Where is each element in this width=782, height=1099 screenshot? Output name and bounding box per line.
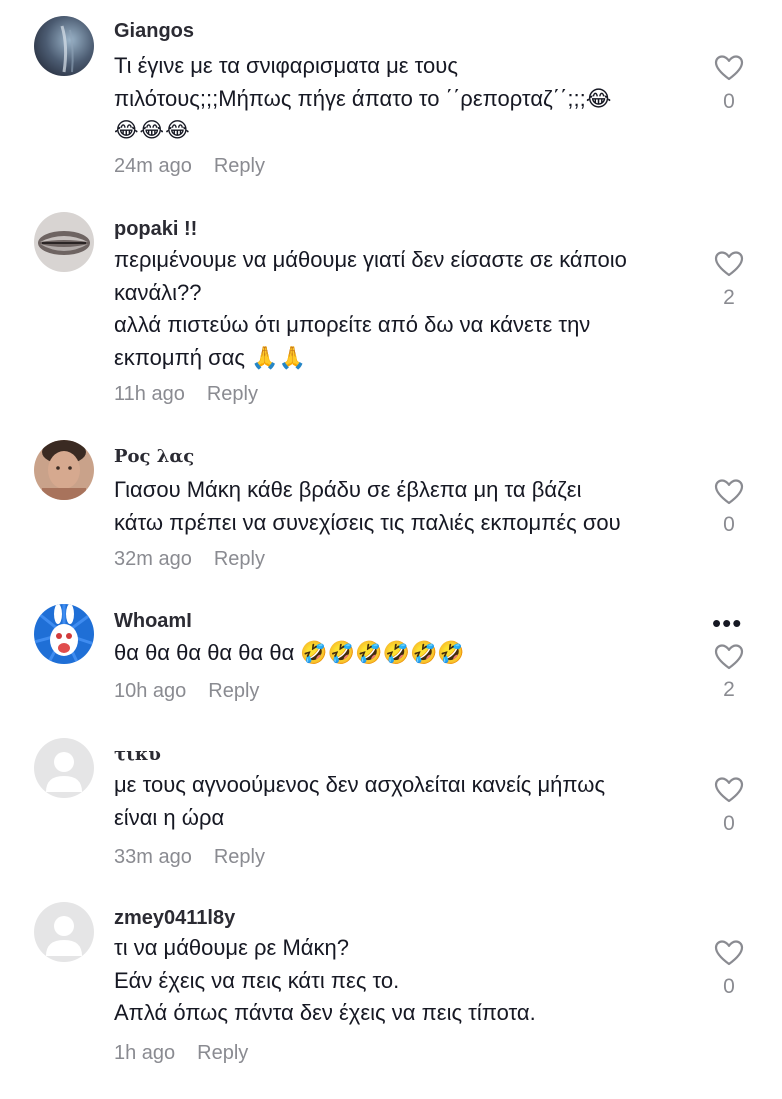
more-options-icon[interactable]: ••• xyxy=(712,610,742,636)
reply-button[interactable]: Reply xyxy=(214,548,265,570)
comment-text: Τι έγινε με τα σνιφαρισματα με τους πιλό… xyxy=(114,50,694,148)
comment-username[interactable]: Giangos xyxy=(114,20,194,43)
comment-timestamp: 24m ago xyxy=(114,155,192,177)
comment-text: θα θα θα θα θα θα 🤣🤣🤣🤣🤣🤣 xyxy=(114,637,694,670)
reply-button[interactable]: Reply xyxy=(197,1042,248,1064)
like-count: 0 xyxy=(723,975,735,998)
comment-line: είναι η ώρα xyxy=(114,804,225,830)
comment-timestamp: 10h ago xyxy=(114,680,187,702)
comment-text: περιμένουμε να μάθουμε γιατί δεν είσαστε… xyxy=(114,244,694,374)
comment-line: πιλότους;;;Μήπως πήγε άπατο το ΄΄ρεπορτα… xyxy=(114,85,612,111)
heart-outline-icon[interactable] xyxy=(714,478,744,506)
like-count: 0 xyxy=(723,90,735,113)
reply-button[interactable]: Reply xyxy=(207,383,258,405)
reply-button[interactable]: Reply xyxy=(208,680,259,702)
comment-line: περιμένουμε να μάθουμε γιατί δεν είσαστε… xyxy=(114,247,627,272)
comment-line: Γιασου Μάκη κάθε βράδυ σε έβλεπα μη τα β… xyxy=(114,477,582,502)
comment-meta: 33m ago Reply xyxy=(114,846,265,869)
comment-line: αλλά πιστεύω ότι μπορείτε από δω να κάνε… xyxy=(114,312,591,337)
heart-outline-icon[interactable] xyxy=(714,643,744,671)
comment-username[interactable]: popaki !! xyxy=(114,218,197,241)
comment-username[interactable]: τικυ xyxy=(114,744,161,765)
comment-text: Γιασου Μάκη κάθε βράδυ σε έβλεπα μη τα β… xyxy=(114,474,694,539)
comment-timestamp: 1h ago xyxy=(114,1042,176,1064)
avatar[interactable] xyxy=(34,212,94,272)
comment-line: 😂😂😂 xyxy=(114,119,191,142)
comment-line: εκπομπή σας 🙏🙏 xyxy=(114,344,306,370)
comment-timestamp: 32m ago xyxy=(114,548,192,570)
heart-outline-icon[interactable] xyxy=(714,250,744,278)
comment-text: με τους αγνοούμενος δεν ασχολείται κανεί… xyxy=(114,769,694,834)
comment-line: κάτω πρέπει να συνεχίσεις τις παλιές εκπ… xyxy=(114,509,621,535)
comment-text: τι να μάθουμε ρε Μάκη? Εάν έχεις να πεις… xyxy=(114,932,694,1030)
avatar[interactable] xyxy=(34,16,94,76)
comment-timestamp: 11h ago xyxy=(114,383,185,405)
avatar[interactable] xyxy=(34,738,94,798)
avatar[interactable] xyxy=(34,604,94,664)
heart-outline-icon[interactable] xyxy=(714,54,744,82)
comment-line: τι να μάθουμε ρε Μάκη? xyxy=(114,935,349,960)
comment-meta: 32m ago Reply xyxy=(114,548,265,571)
comment-meta: 11h ago Reply xyxy=(114,383,258,406)
comment-line: κανάλι?? xyxy=(114,279,202,305)
reply-button[interactable]: Reply xyxy=(214,846,265,868)
comment-meta: 24m ago Reply xyxy=(114,155,265,178)
comment-meta: 1h ago Reply xyxy=(114,1042,248,1065)
comment-timestamp: 33m ago xyxy=(114,846,192,868)
comment-line: Απλά όπως πάντα δεν έχεις να πεις τίποτα… xyxy=(114,1000,536,1025)
comment-line: θα θα θα θα θα θα 🤣🤣🤣🤣🤣🤣 xyxy=(114,640,465,665)
heart-outline-icon[interactable] xyxy=(714,776,744,804)
comment-username[interactable]: WhoamI xyxy=(114,610,192,633)
avatar[interactable] xyxy=(34,440,94,500)
avatar[interactable] xyxy=(34,902,94,962)
like-count: 2 xyxy=(723,678,735,701)
comment-line: με τους αγνοούμενος δεν ασχολείται κανεί… xyxy=(114,772,606,797)
like-count: 2 xyxy=(723,286,735,309)
comment-meta: 10h ago Reply xyxy=(114,680,259,703)
like-count: 0 xyxy=(723,513,735,536)
comment-username[interactable]: Ρος λας xyxy=(114,446,194,467)
like-count: 0 xyxy=(723,812,735,835)
comment-username[interactable]: zmey0411l8y xyxy=(114,907,235,930)
comment-line: Τι έγινε με τα σνιφαρισματα με τους xyxy=(114,53,458,78)
heart-outline-icon[interactable] xyxy=(714,939,744,967)
comment-line: Εάν έχεις να πεις κάτι πες το. xyxy=(114,967,400,993)
reply-button[interactable]: Reply xyxy=(214,155,265,177)
